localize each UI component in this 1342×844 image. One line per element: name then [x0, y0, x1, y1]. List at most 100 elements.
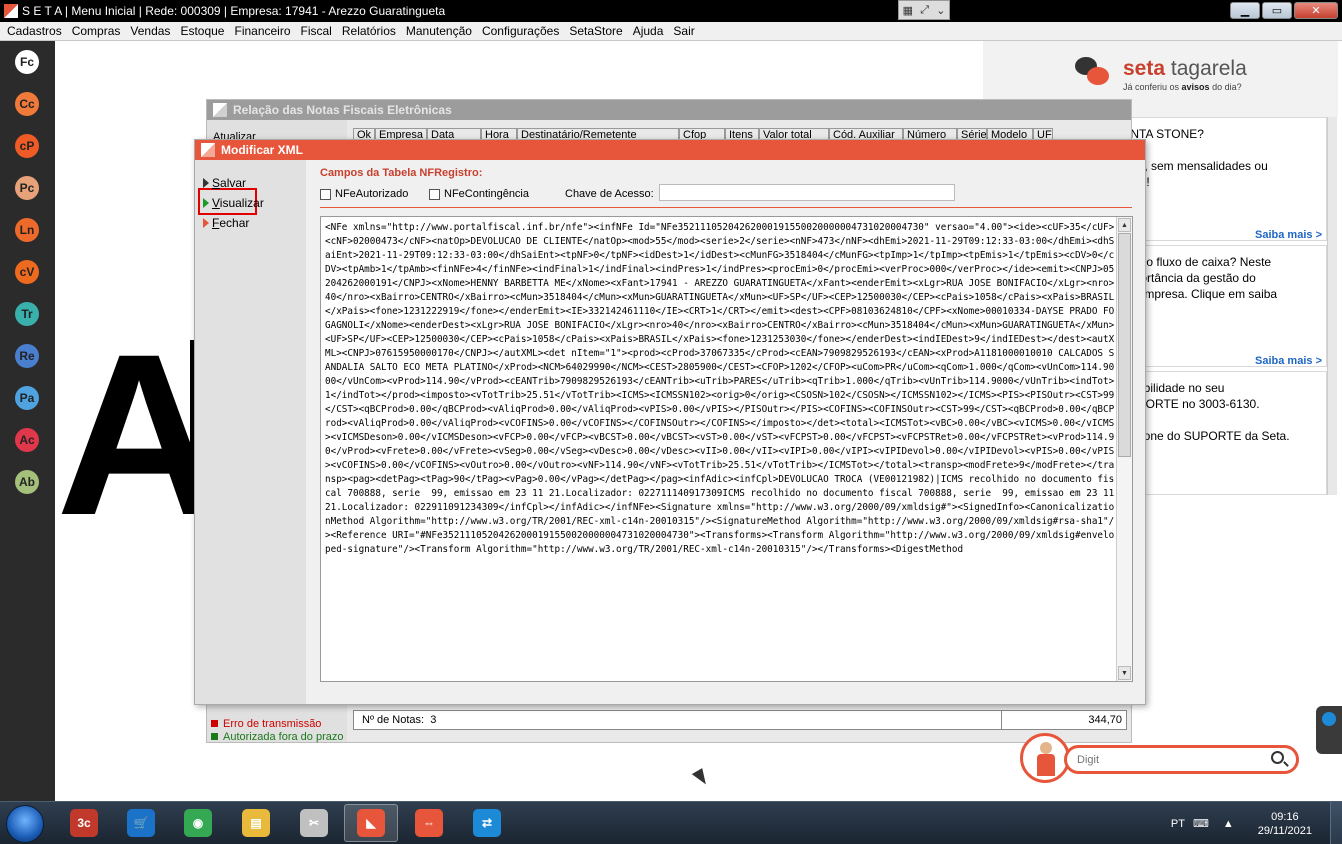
app-shortcut[interactable]: cP	[15, 134, 39, 158]
language-indicator[interactable]: PT	[1171, 818, 1185, 830]
menu-item[interactable]: Configurações	[477, 24, 564, 38]
scroll-up-icon[interactable]: ▲	[1118, 218, 1131, 232]
legend-autorizada-fora-prazo: Autorizada fora do prazo	[211, 731, 343, 743]
app-shortcut[interactable]: Pc	[15, 176, 39, 200]
app-shortcut[interactable]: Pa	[15, 386, 39, 410]
clock-time: 09:16	[1271, 810, 1299, 823]
notas-status-bar: Nº de Notas: 3 344,70	[353, 710, 1127, 730]
xml-scrollbar[interactable]: ▲ ▼	[1116, 217, 1132, 681]
close-button[interactable]: ✕	[1294, 2, 1338, 19]
minimize-button[interactable]: ▁	[1230, 2, 1260, 19]
scroll-down-icon[interactable]: ▼	[1118, 666, 1131, 680]
chevron-down-icon[interactable]: ⌄	[936, 4, 945, 17]
visualizar-button[interactable]: Visualizar	[203, 196, 264, 210]
chat-bubbles-icon	[1075, 57, 1109, 91]
app-shortcut[interactable]: cV	[15, 260, 39, 284]
window-title: S E T A | Menu Inicial | Rede: 000309 | …	[22, 4, 446, 18]
nfe-autorizado-checkbox[interactable]: NFeAutorizado	[320, 188, 408, 200]
app-launcher-sidebar: Fc Cc cP Pc Ln cV Tr Re Pa Ac Ab	[0, 41, 55, 801]
salvar-button[interactable]: Salvar	[203, 176, 246, 190]
notice-card[interactable]: cia do fluxo de caixa? Neste importância …	[1118, 245, 1327, 367]
taskbar-app[interactable]: 🛒	[114, 804, 168, 842]
app-icon: 3c	[70, 809, 98, 837]
menu-item[interactable]: Relatórios	[337, 24, 401, 38]
app-icon: ◉	[184, 809, 212, 837]
mouse-cursor-icon	[691, 768, 711, 788]
app-shortcut[interactable]: Ln	[15, 218, 39, 242]
system-tray: PT ⌨ ▲ 09:16 29/11/2021	[1171, 802, 1342, 844]
menu-item[interactable]: Ajuda	[628, 24, 669, 38]
clock[interactable]: 09:16 29/11/2021	[1258, 810, 1312, 838]
taskbar-app[interactable]: 3c	[57, 804, 111, 842]
menu-item[interactable]: Compras	[67, 24, 126, 38]
button-label: Visualizar	[212, 196, 264, 210]
chave-acesso-label: Chave de Acesso:	[565, 188, 654, 200]
play-triangle-icon	[203, 198, 209, 208]
notice-card[interactable]: ONTA STONE?abrir, sem mensalidades oumai…	[1118, 117, 1327, 241]
checkbox-box[interactable]	[320, 188, 331, 200]
checkbox-label: NFeAutorizado	[335, 188, 409, 200]
menu-item[interactable]: Financeiro	[229, 24, 295, 38]
taskbar-app[interactable]: ✂	[287, 804, 341, 842]
expand-icon[interactable]: ⤢	[920, 4, 929, 17]
tagarela-title: seta tagarela	[1123, 57, 1247, 80]
chave-acesso-input[interactable]	[659, 184, 955, 201]
relacao-title: Relação das Notas Fiscais Eletrônicas	[207, 100, 1131, 120]
notices-scrollbar[interactable]	[1327, 117, 1337, 495]
notice-line: telefone do SUPORTE da Seta.	[1121, 429, 1290, 443]
app-shortcut[interactable]: Fc	[15, 50, 39, 74]
menu-item[interactable]: Manutenção	[401, 24, 477, 38]
teamviewer-tab[interactable]	[1316, 706, 1342, 754]
keyboard-icon[interactable]: ⌨	[1193, 817, 1209, 830]
app-icon: ◣	[357, 809, 385, 837]
section-title: Campos da Tabela NFRegistro:	[320, 167, 483, 179]
menu-item[interactable]: SetaStore	[564, 24, 627, 38]
menu-item[interactable]: Cadastros	[2, 24, 67, 38]
app-shortcut[interactable]: Cc	[15, 92, 39, 116]
menu-item[interactable]: Estoque	[175, 24, 229, 38]
taskbar-app[interactable]: ⇄	[460, 804, 514, 842]
app-shortcut[interactable]: Ab	[15, 470, 39, 494]
app-shortcut[interactable]: Re	[15, 344, 39, 368]
checkbox-box[interactable]	[429, 188, 440, 200]
menu-item[interactable]: Fiscal	[296, 24, 337, 38]
fechar-button[interactable]: Fechar	[203, 216, 249, 230]
section-divider	[320, 207, 1132, 208]
scroll-thumb[interactable]	[1118, 233, 1131, 457]
menu-item[interactable]: Vendas	[125, 24, 175, 38]
taskbar-app[interactable]: ◉	[171, 804, 225, 842]
maximize-button[interactable]: ▭	[1262, 2, 1292, 19]
show-desktop-button[interactable]	[1330, 802, 1342, 844]
window-titlebar: S E T A | Menu Inicial | Rede: 000309 | …	[0, 0, 1342, 22]
app-shortcut[interactable]: Ac	[15, 428, 39, 452]
saiba-mais-link[interactable]: Saiba mais >	[1255, 353, 1322, 369]
seta-logo-icon	[4, 4, 18, 18]
xml-editor[interactable]: <NFe xmlns="http://www.portalfiscal.inf.…	[320, 216, 1133, 682]
search-input[interactable]	[1077, 752, 1257, 768]
taskbar-app[interactable]: ◣	[344, 804, 398, 842]
notice-line: SUPORTE no 3003-6130.	[1121, 397, 1260, 411]
saiba-mais-link[interactable]: Saiba mais >	[1255, 227, 1322, 243]
tray-expand-icon[interactable]: ▲	[1223, 818, 1234, 830]
notice-line: estabilidade no seu	[1121, 381, 1225, 395]
seta-logo-icon	[201, 143, 215, 157]
app-shortcut[interactable]: Tr	[15, 302, 39, 326]
nfe-contingencia-checkbox[interactable]: NFeContingência	[429, 188, 529, 200]
remote-toolbar[interactable]: ▦ ⤢ ⌄	[898, 0, 950, 20]
menu-bar: Cadastros Compras Vendas Estoque Financeiro F…	[0, 22, 1342, 41]
notice-card[interactable]: estabilidade no seu SUPORTE no 3003-6130.…	[1118, 371, 1327, 495]
assistant-avatar[interactable]	[1020, 733, 1070, 783]
taskbar: 3c 🛒 ◉ ▤ ✂ ◣ ⇔ ⇄ PT ⌨ ▲ 09:16 29/11/2021	[0, 801, 1342, 844]
button-label: Fechar	[212, 216, 250, 230]
grid-icon[interactable]: ▦	[903, 4, 913, 17]
start-button[interactable]	[6, 805, 44, 843]
tagarela-subtitle: Já conferiu os avisos do dia?	[1123, 82, 1242, 92]
taskbar-app[interactable]: ⇔	[402, 804, 456, 842]
dialog-action-sidebar: Salvar Visualizar Fechar	[195, 160, 306, 704]
assistant-search[interactable]	[1064, 745, 1299, 774]
taskbar-app[interactable]: ▤	[229, 804, 283, 842]
search-icon[interactable]	[1271, 751, 1284, 764]
app-icon: ✂	[300, 809, 328, 837]
xml-content[interactable]: <NFe xmlns="http://www.portalfiscal.inf.…	[325, 221, 1115, 679]
menu-item[interactable]: Sair	[668, 24, 699, 38]
